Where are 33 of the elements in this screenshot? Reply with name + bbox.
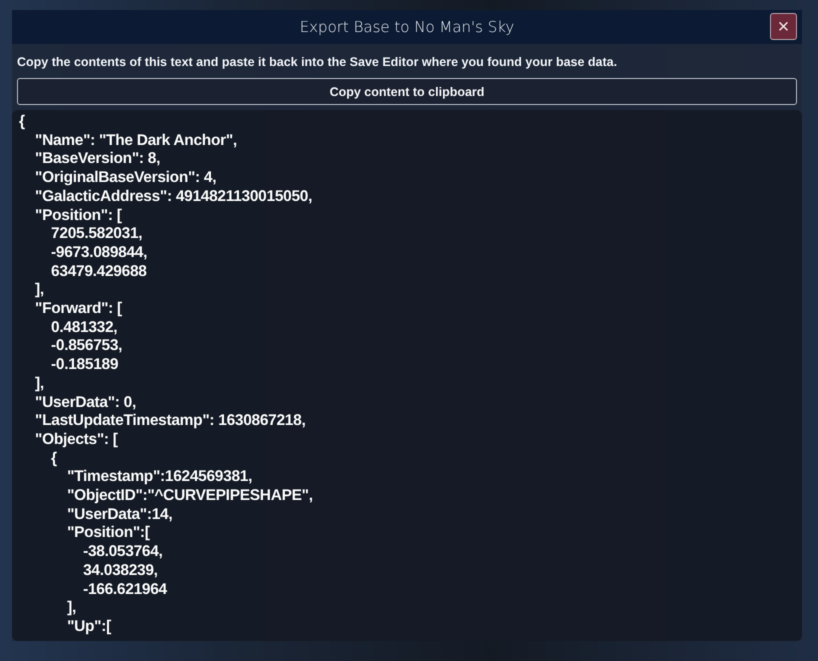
code-text-area[interactable] [12, 110, 802, 641]
code-line: 7205.582031, [50, 225, 144, 244]
code-line: ], [34, 281, 45, 300]
code-line: { [50, 450, 58, 468]
code-line: "LastUpdateTimestamp": 1630867218, [34, 412, 306, 431]
code-line: "OriginalBaseVersion": 4, [34, 169, 218, 188]
copy-button[interactable]: Copy content to clipboard [17, 78, 797, 105]
close-button[interactable]: × [770, 13, 797, 40]
code-line: "UserData": 0, [34, 394, 137, 412]
code-line: 0.481332, [50, 318, 118, 338]
code-line: "Name": "The Dark Anchor", [34, 132, 238, 150]
code-line: 34.038239, [82, 562, 159, 581]
window-title: Export Base to No Man's Sky [300, 18, 514, 36]
code-line: ], [34, 374, 45, 394]
instruction-text: Copy the contents of this text and paste it back into the Save Editor where you found your base data. [17, 55, 618, 69]
code-line: -38.053764, [82, 543, 164, 562]
code-line: "ObjectID":"^CURVEPIPESHAPE", [66, 487, 314, 506]
code-line: "UserData":14, [66, 506, 174, 524]
code-line: "Forward": [ [34, 300, 123, 319]
code-line: "Objects": [ [34, 430, 119, 450]
code-line: "GalacticAddress": 4914821130015050, [34, 188, 314, 207]
code-line: "Timestamp":1624569381, [66, 468, 254, 488]
code-line: "Position": [ [34, 206, 123, 226]
code-line: "Up":[ [66, 618, 112, 637]
code-line: 63479.429688 [50, 262, 148, 282]
code-line: "Position":[ [66, 524, 151, 544]
code-line: -9673.089844, [50, 244, 148, 263]
code-line: -166.621964 [82, 580, 168, 600]
code-line: -0.856753, [50, 337, 124, 356]
code-line: { [19, 113, 26, 132]
code-line: "BaseVersion": 8, [34, 150, 162, 170]
code-line: ], [66, 599, 77, 618]
code-line: -0.185189 [50, 356, 120, 375]
